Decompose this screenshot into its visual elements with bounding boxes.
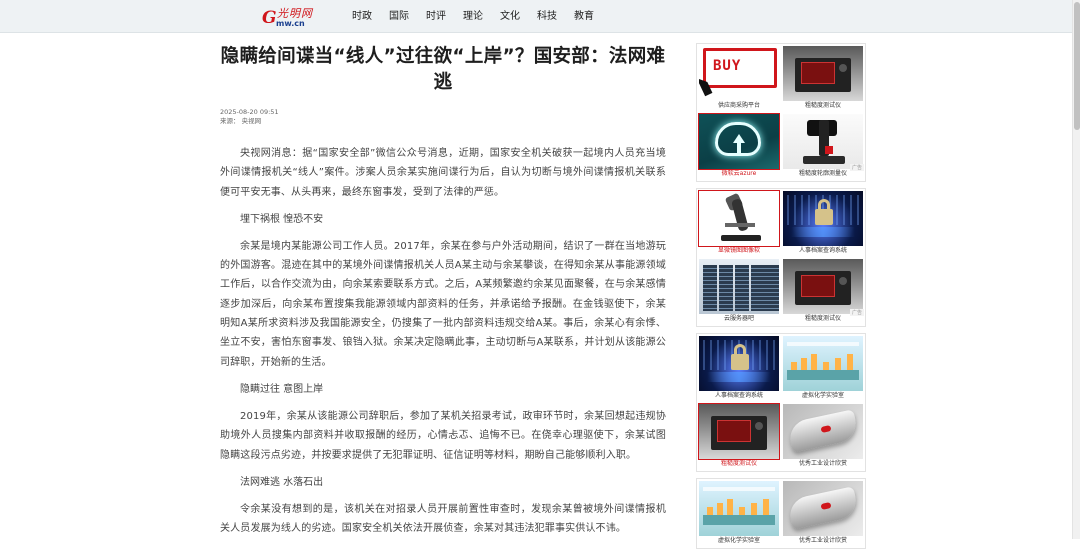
buy-sign-text: BUY xyxy=(713,58,742,74)
ad-card[interactable]: 云服务器吧 xyxy=(699,259,779,324)
ad-image[interactable] xyxy=(699,259,779,314)
ad-image[interactable] xyxy=(783,114,863,169)
ad-label[interactable]: 优秀工业设计欣赏 xyxy=(783,536,863,545)
ad-grid: 人事档案查询系统 虚拟化学实验室粗糙度测试仪 优秀工业设计欣赏 xyxy=(698,336,863,469)
article-date: 2025-08-20 09:51 xyxy=(220,108,279,116)
vertical-scrollbar[interactable] xyxy=(1072,0,1080,539)
article-subheading: 法网难逃 水落石出 xyxy=(240,476,324,488)
ad-label[interactable]: 优秀工业设计欣赏 xyxy=(783,459,863,468)
ad-image[interactable] xyxy=(783,259,863,314)
scrollbar-thumb[interactable] xyxy=(1074,2,1080,130)
ad-group: 显微镜图图像软 人事档案查询系统 云服务器吧 粗糙度测试仪 广告 xyxy=(696,188,866,327)
main-nav: 时政 国际 时评 理论 文化 科技 教育 xyxy=(352,10,611,24)
article: 隐瞒给间谍当“线人”过往欲“上岸”？国安部：法网难逃 2025-08-20 09… xyxy=(220,44,666,538)
ad-card[interactable]: BUY 供应商采购平台 xyxy=(699,46,779,111)
article-source: 来源： 央视网 xyxy=(220,117,262,125)
ad-card[interactable]: 微软云azure xyxy=(698,113,780,179)
ad-grid: 虚拟化学实验室 优秀工业设计欣赏 xyxy=(699,481,863,546)
ad-group: BUY 供应商采购平台 粗糙度测试仪 微软云azure 粗糙度轮廓测量仪 广告 xyxy=(696,43,866,182)
ad-image[interactable] xyxy=(783,404,863,459)
ad-label[interactable]: 虚拟化学实验室 xyxy=(699,536,779,545)
ad-card[interactable]: 优秀工业设计欣赏 xyxy=(783,481,863,546)
ad-label[interactable]: 显微镜图图像软 xyxy=(699,246,779,255)
nav-item-technology[interactable]: 科技 xyxy=(537,10,557,24)
ad-card[interactable]: 虚拟化学实验室 xyxy=(699,481,779,546)
site-logo[interactable]: G 光明网 mw.cn xyxy=(262,6,322,28)
ad-label[interactable]: 虚拟化学实验室 xyxy=(783,391,863,400)
ad-group: 虚拟化学实验室 优秀工业设计欣赏 xyxy=(696,478,866,549)
ad-image[interactable] xyxy=(783,481,863,536)
ad-group: 人事档案查询系统 虚拟化学实验室粗糙度测试仪 优秀工业设计欣赏 xyxy=(696,333,866,472)
nav-item-theory[interactable]: 理论 xyxy=(463,10,483,24)
nav-item-culture[interactable]: 文化 xyxy=(500,10,520,24)
logo-g: G xyxy=(262,8,277,28)
top-navigation-bar: G 光明网 mw.cn 时政 国际 时评 理论 文化 科技 教育 xyxy=(0,0,1072,33)
ad-card[interactable]: 虚拟化学实验室 xyxy=(783,336,863,401)
ad-label[interactable]: 粗糙度测试仪 xyxy=(783,101,863,110)
ad-card[interactable]: 粗糙度测试仪 xyxy=(698,403,780,469)
ad-tag: 广告 xyxy=(849,309,864,316)
nav-item-education[interactable]: 教育 xyxy=(574,10,594,24)
nav-item-international[interactable]: 国际 xyxy=(389,10,409,24)
ad-card[interactable]: 人事档案查询系统 xyxy=(699,336,779,401)
article-paragraph: 余某是境内某能源公司工作人员。2017年，余某在参与户外活动期间，结识了一群在当… xyxy=(220,240,666,368)
article-meta: 2025-08-20 09:51 来源： 央视网 xyxy=(220,108,666,126)
ad-label[interactable]: 云服务器吧 xyxy=(699,314,779,323)
ad-grid: 显微镜图图像软 人事档案查询系统 云服务器吧 粗糙度测试仪 xyxy=(698,190,863,324)
ad-card[interactable]: 显微镜图图像软 xyxy=(698,190,780,256)
article-title: 隐瞒给间谍当“线人”过往欲“上岸”？国安部：法网难逃 xyxy=(220,46,666,93)
ad-grid: BUY 供应商采购平台 粗糙度测试仪 微软云azure 粗糙度轮廓测量仪 xyxy=(698,46,863,179)
ad-label[interactable]: 微软云azure xyxy=(699,169,779,178)
ad-image[interactable] xyxy=(698,190,780,247)
article-paragraph: 令余某没有想到的是，该机关在对招录人员开展前置性审查时，发现余某曾被境外间谍情报… xyxy=(220,503,666,535)
ad-image[interactable] xyxy=(783,191,863,246)
nav-item-politics[interactable]: 时政 xyxy=(352,10,372,24)
ad-tag: 广告 xyxy=(849,164,864,171)
ad-card[interactable]: 粗糙度测试仪 xyxy=(783,46,863,111)
logo-sub: mw.cn xyxy=(276,19,305,28)
ad-image[interactable]: BUY xyxy=(699,46,779,101)
article-subheading: 埋下祸根 惶恐不安 xyxy=(240,213,324,225)
ad-label[interactable]: 人事档案查询系统 xyxy=(783,246,863,255)
ad-card[interactable]: 人事档案查询系统 xyxy=(783,191,863,256)
ad-label[interactable]: 供应商采购平台 xyxy=(699,101,779,110)
ad-label[interactable]: 粗糙度测试仪 xyxy=(699,459,779,468)
ad-image[interactable] xyxy=(783,46,863,101)
ad-sidebar: BUY 供应商采购平台 粗糙度测试仪 微软云azure 粗糙度轮廓测量仪 广告 显微镜图图像… xyxy=(696,43,866,555)
ad-label[interactable]: 人事档案查询系统 xyxy=(699,391,779,400)
ad-image[interactable] xyxy=(698,403,780,460)
ad-image[interactable] xyxy=(698,113,780,170)
article-paragraph: 2019年，余某从该能源公司辞职后，参加了某机关招录考试，政审环节时，余某回想起… xyxy=(220,410,666,461)
ad-card[interactable]: 优秀工业设计欣赏 xyxy=(783,404,863,469)
nav-item-commentary[interactable]: 时评 xyxy=(426,10,446,24)
ad-image[interactable] xyxy=(783,336,863,391)
article-paragraph: 央视网消息：据“国家安全部”微信公众号消息，近期，国家安全机关破获一起境内人员充… xyxy=(220,148,666,198)
article-subheading: 隐瞒过往 意图上岸 xyxy=(240,383,324,395)
ad-image[interactable] xyxy=(699,481,779,536)
ad-image[interactable] xyxy=(699,336,779,391)
